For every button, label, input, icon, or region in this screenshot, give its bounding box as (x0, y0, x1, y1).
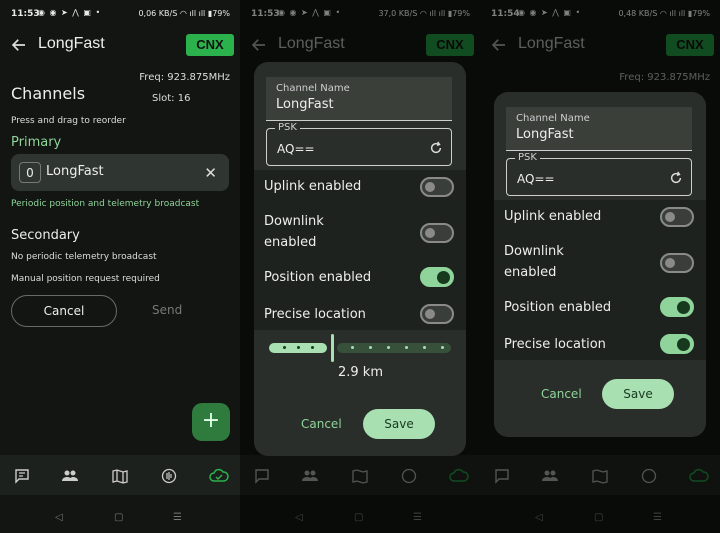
cancel-button[interactable]: Cancel (11, 295, 117, 327)
precise-location-switch[interactable] (420, 304, 454, 324)
send-button[interactable]: Send (152, 303, 182, 317)
secondary-heading: Secondary (11, 228, 80, 243)
status-right: 0,06 KB/S ◠ ıll ıll ▮79% (138, 9, 230, 18)
channel-name-field[interactable]: Channel Name LongFast (506, 107, 692, 151)
edit-channel-screen-2: 11:54 ◉ ◉ ➤ ⋀ ▣ • 0,48 KB/S ◠ ıll ıll ▮7… (480, 0, 720, 533)
primary-note: Periodic position and telemetry broadcas… (11, 199, 200, 209)
dialog-save-button[interactable]: Save (363, 409, 435, 439)
notification-icons: ◉ ◉ ➤ ⋀ ▣ • (38, 8, 102, 17)
app-bar: LongFast CNX (0, 30, 240, 62)
network-speed: 0,06 KB/S (138, 9, 178, 18)
psk-field[interactable]: PSK AQ== (506, 152, 692, 196)
downlink-switch[interactable] (660, 253, 694, 273)
uplink-label: Uplink enabled (264, 179, 362, 194)
channels-screen: 11:53 ◉ ◉ ➤ ⋀ ▣ • 0,06 KB/S ◠ ıll ıll ▮7… (0, 0, 240, 533)
map-icon[interactable] (112, 468, 128, 484)
settings-switches: Uplink enabled Downlink enabled Position… (494, 200, 706, 360)
position-switch[interactable] (420, 267, 454, 287)
add-channel-button[interactable]: + (192, 403, 230, 441)
channel-name-value: LongFast (276, 97, 334, 112)
messages-icon[interactable] (14, 468, 30, 484)
settings-switches: Uplink enabled Downlink enabled Position… (254, 170, 466, 330)
system-nav: ◁ ▢ ☰ (0, 500, 240, 533)
downlink-label-line1: Downlink (504, 244, 564, 259)
secondary-note-2: Manual position request required (11, 274, 160, 284)
slot-label: Slot: 16 (152, 93, 191, 104)
slider-active-track (269, 343, 327, 353)
downlink-label-line1: Downlink (264, 214, 324, 229)
channel-name-label: Channel Name (516, 113, 590, 124)
position-label: Position enabled (264, 270, 372, 285)
psk-label: PSK (515, 152, 540, 163)
primary-heading: Primary (11, 135, 62, 150)
bottom-nav (0, 455, 240, 495)
nodes-icon[interactable] (62, 468, 78, 484)
precise-location-switch[interactable] (660, 334, 694, 354)
sys-home-icon[interactable]: ▢ (114, 512, 123, 523)
uplink-switch[interactable] (660, 207, 694, 227)
sys-back-icon[interactable]: ◁ (55, 512, 63, 523)
back-arrow-icon[interactable] (10, 36, 28, 54)
status-time: 11:53 (11, 9, 40, 19)
psk-field[interactable]: PSK AQ== (266, 122, 452, 166)
channel-name-field[interactable]: Channel Name LongFast (266, 77, 452, 121)
channel-settings-dialog: Channel Name LongFast PSK AQ== Uplink en… (254, 62, 466, 456)
psk-value: AQ== (517, 172, 555, 186)
slider-inactive-track (337, 343, 451, 353)
close-icon[interactable]: ✕ (204, 164, 217, 182)
battery-level: 79% (212, 9, 230, 18)
downlink-label-line2: enabled (504, 265, 557, 280)
refresh-icon[interactable] (669, 171, 683, 185)
slider-thumb[interactable] (331, 334, 334, 362)
dialog-save-button[interactable]: Save (602, 379, 674, 409)
precision-slider[interactable] (269, 334, 451, 364)
channel-name-label: Channel Name (276, 83, 350, 94)
precise-location-label: Precise location (264, 307, 366, 322)
channels-heading: Channels (11, 84, 86, 103)
precise-location-label: Precise location (504, 337, 606, 352)
status-bar: 11:53 ◉ ◉ ➤ ⋀ ▣ • 0,06 KB/S ◠ ıll ıll ▮7… (0, 0, 240, 28)
edit-channel-screen-1: 11:53 ◉ ◉ ➤ ⋀ ▣ • 37,0 KB/S ◠ ıll ıll ▮7… (240, 0, 480, 533)
reorder-hint: Press and drag to reorder (11, 116, 126, 126)
dialog-cancel-button[interactable]: Cancel (301, 417, 342, 431)
refresh-icon[interactable] (429, 141, 443, 155)
cloud-connected-icon[interactable] (209, 468, 229, 484)
sys-recents-icon[interactable]: ☰ (173, 512, 182, 523)
channel-name: LongFast (46, 164, 104, 179)
psk-value: AQ== (277, 142, 315, 156)
downlink-switch[interactable] (420, 223, 454, 243)
precision-value: 2.9 km (338, 365, 383, 380)
psk-label: PSK (275, 122, 300, 133)
position-label: Position enabled (504, 300, 612, 315)
uplink-label: Uplink enabled (504, 209, 602, 224)
channel-index: 0 (19, 162, 41, 183)
uplink-switch[interactable] (420, 177, 454, 197)
channel-name-value: LongFast (516, 127, 574, 142)
downlink-label-line2: enabled (264, 235, 317, 250)
primary-channel-chip[interactable]: 0 LongFast ✕ (11, 154, 229, 191)
channel-settings-dialog: Channel Name LongFast PSK AQ== Uplink en… (494, 92, 706, 437)
dialog-cancel-button[interactable]: Cancel (541, 387, 582, 401)
frequency-label: Freq: 923.875MHz (139, 72, 230, 83)
channels-icon[interactable] (161, 468, 177, 484)
secondary-note-1: No periodic telemetry broadcast (11, 252, 157, 262)
position-switch[interactable] (660, 297, 694, 317)
connection-badge[interactable]: CNX (186, 34, 234, 56)
app-title: LongFast (38, 35, 105, 52)
